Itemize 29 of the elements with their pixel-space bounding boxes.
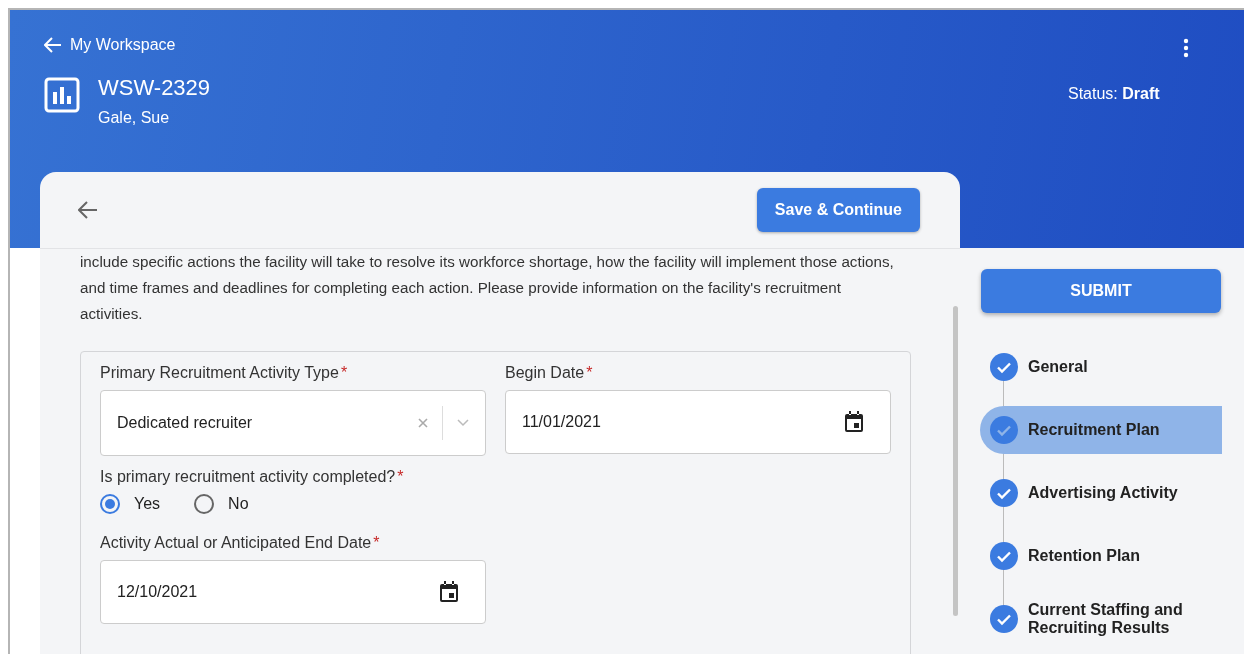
scrollbar-thumb[interactable] <box>953 306 958 616</box>
back-link[interactable]: My Workspace <box>44 36 176 54</box>
field-label: Activity Actual or Anticipated End Date* <box>100 534 381 552</box>
step-item[interactable]: Recruitment Plan <box>980 406 1222 454</box>
save-continue-button[interactable]: Save & Continue <box>756 188 920 232</box>
description-text: include specific actions the facility will take to resolve its workforce shortage, how the facility will implement those actions, and time frames and deadlines for completing each action. Please provide information on the facility's recruitment activities. <box>80 252 895 324</box>
radio-label: No <box>228 495 249 513</box>
date-field[interactable]: 12/10/2021 <box>100 560 486 624</box>
back-arrow-icon <box>44 37 62 53</box>
radio-button[interactable] <box>194 494 215 514</box>
record-title: WSW-2329 <box>98 75 211 101</box>
submit-button[interactable]: SUBMIT <box>981 269 1221 313</box>
back-arrow-icon[interactable] <box>78 201 98 219</box>
more-icon[interactable] <box>1183 38 1189 58</box>
status-text: Status: Draft <box>1068 85 1160 103</box>
calendar-icon[interactable] <box>439 581 459 603</box>
date-field[interactable]: 11/01/2021 <box>505 390 891 454</box>
calendar-icon[interactable] <box>844 411 864 433</box>
step-item[interactable]: Retention Plan <box>980 532 1222 580</box>
field-label: Is primary recruitment activity completed?* <box>100 468 405 486</box>
step-item[interactable]: Current Staffing and Recruiting Results <box>980 595 1222 643</box>
field-label: Begin Date* <box>505 364 594 382</box>
step-item[interactable]: Advertising Activity <box>980 469 1222 517</box>
bar-chart-icon <box>44 77 80 113</box>
record-subtitle: Gale, Sue <box>98 109 171 127</box>
field-label: Primary Recruitment Activity Type* <box>100 364 349 382</box>
radio-label: Yes <box>134 495 161 513</box>
step-item[interactable]: General <box>980 343 1222 391</box>
radio-button[interactable] <box>100 494 120 514</box>
